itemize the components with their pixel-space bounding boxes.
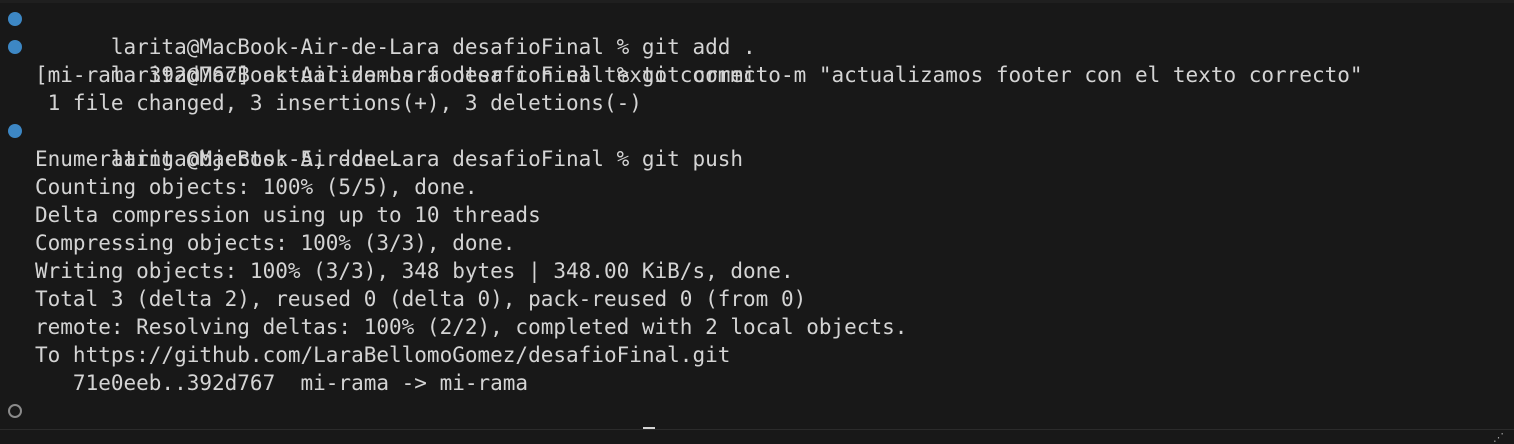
terminal-output-line: Compressing objects: 100% (3/3), done. xyxy=(35,231,516,255)
terminal-output-line: 71e0eeb..392d767 mi-rama -> mi-rama xyxy=(35,371,529,395)
command-idle-circle-icon[interactable] xyxy=(8,404,22,418)
terminal-line-2: larita@MacBook-Air-de-Lara desafioFinal … xyxy=(0,33,1514,87)
terminal-output-line: Enumerating objects: 5, done. xyxy=(35,147,402,171)
terminal-output-line: Counting objects: 100% (5/5), done. xyxy=(35,175,478,199)
terminal-output-line: remote: Resolving deltas: 100% (2/2), co… xyxy=(35,315,908,339)
clipped-previous-line xyxy=(0,0,1514,3)
command-success-circle-icon[interactable] xyxy=(8,124,22,138)
terminal-output-line: Writing objects: 100% (3/3), 348 bytes |… xyxy=(35,259,794,283)
terminal-output-line: 1 file changed, 3 insertions(+), 3 delet… xyxy=(35,91,642,115)
terminal-line-5: larita@MacBook-Air-de-Lara desafioFinal … xyxy=(0,117,1514,171)
command-success-circle-icon[interactable] xyxy=(8,12,22,26)
panel-bottom-strip: ⋰ xyxy=(0,429,1514,444)
terminal-output-line: [mi-rama 392d767] actualizamos footer co… xyxy=(35,63,781,87)
resize-handle-icon[interactable]: ⋰ xyxy=(1493,432,1504,444)
command-success-circle-icon[interactable] xyxy=(8,40,22,54)
terminal-output-line: Delta compression using up to 10 threads xyxy=(35,203,541,227)
terminal-output-line: Total 3 (delta 2), reused 0 (delta 0), p… xyxy=(35,287,807,311)
terminal-line-15[interactable]: larita@MacBook-Air-de-Lara desafioFinal … xyxy=(0,397,1514,444)
terminal-panel[interactable]: larita@MacBook-Air-de-Lara desafioFinal … xyxy=(0,0,1514,444)
terminal-output: larita@MacBook-Air-de-Lara desafioFinal … xyxy=(0,5,1514,444)
terminal-output-line: To https://github.com/LaraBellomoGomez/d… xyxy=(35,343,731,367)
terminal-line-1: larita@MacBook-Air-de-Lara desafioFinal … xyxy=(0,5,1514,59)
